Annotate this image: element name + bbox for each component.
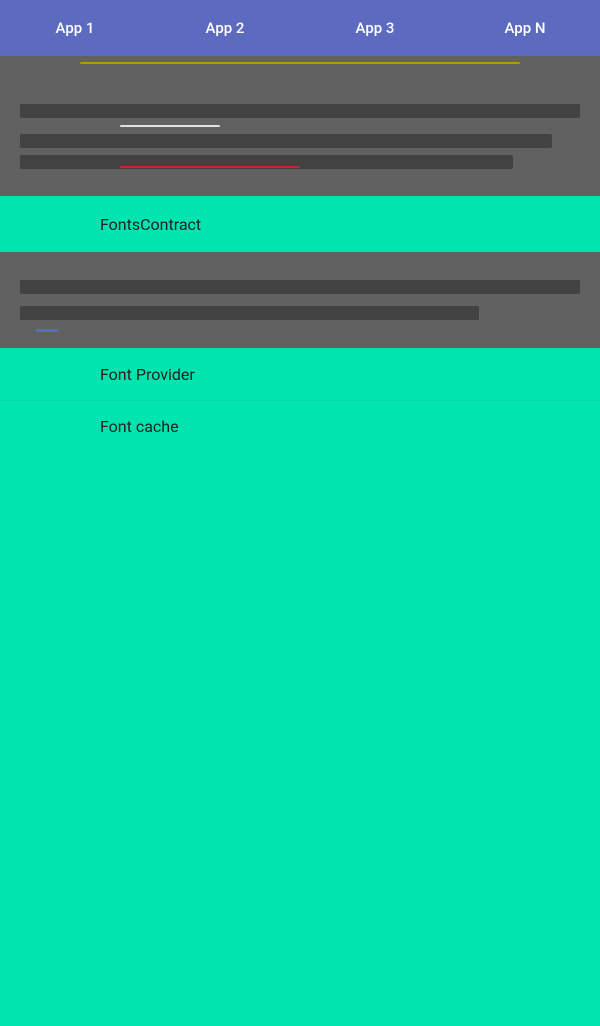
font-provider-label: Font Provider — [100, 365, 195, 384]
dark-bar-1 — [20, 104, 580, 118]
main-container: App 1 App 2 App 3 App N FontsContract — [0, 0, 600, 574]
gray-section-1 — [0, 56, 600, 196]
gray2-bar-2 — [20, 306, 479, 320]
fonts-contract-label: FontsContract — [100, 215, 201, 234]
app-tab-bar: App 1 App 2 App 3 App N — [0, 0, 600, 56]
fonts-contract-section: FontsContract — [0, 196, 600, 252]
blue-indicator — [36, 329, 58, 332]
gray2-bar-1 — [20, 280, 580, 294]
white-line-row — [20, 125, 580, 127]
dark-bar-2 — [20, 134, 552, 148]
app-tab-2[interactable]: App 2 — [150, 19, 300, 37]
bottom-teal-section — [0, 452, 600, 1026]
font-cache-section: Font cache — [0, 400, 600, 452]
app-tab-1[interactable]: App 1 — [0, 19, 150, 37]
app-tab-n[interactable]: App N — [450, 19, 600, 37]
app-tab-3[interactable]: App 3 — [300, 19, 450, 37]
font-cache-label: Font cache — [100, 417, 179, 436]
content-bars — [20, 97, 580, 176]
font-provider-section: Font Provider — [0, 348, 600, 400]
red-line — [120, 166, 300, 168]
white-line — [120, 125, 220, 127]
yellow-line — [80, 62, 520, 64]
gray-section-2 — [0, 252, 600, 348]
